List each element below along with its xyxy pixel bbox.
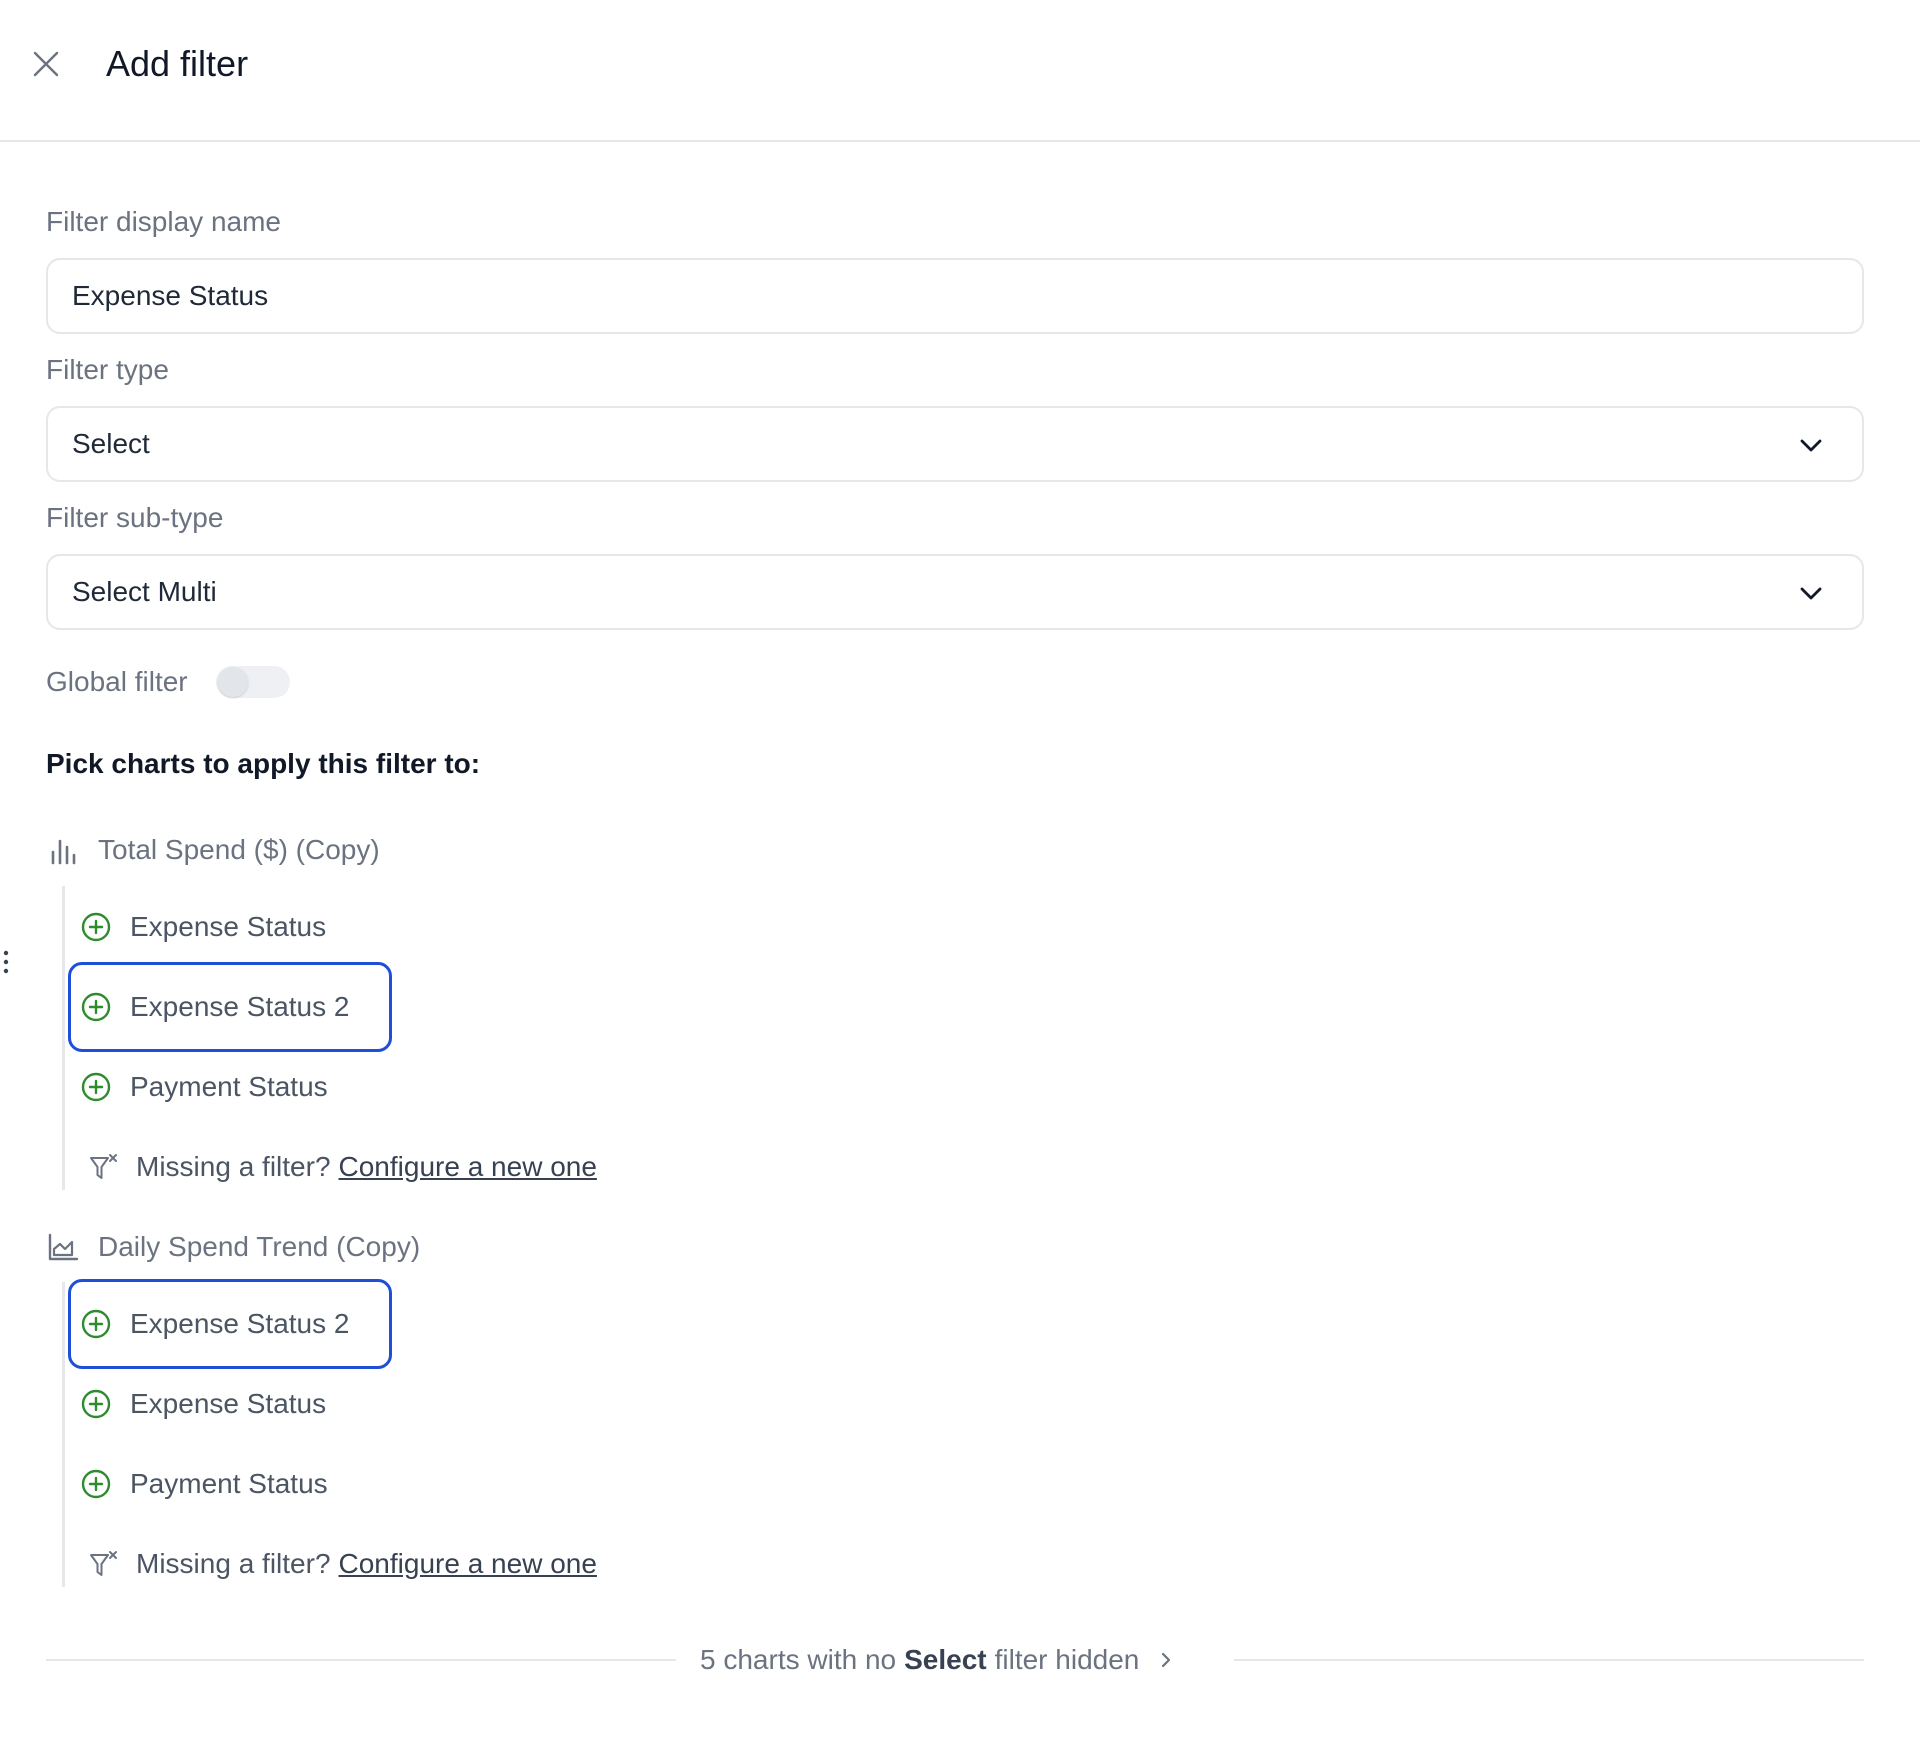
chevron-down-icon xyxy=(1800,439,1822,452)
filter-option[interactable]: Payment Status xyxy=(68,1439,392,1529)
display-name-field[interactable] xyxy=(46,258,1864,334)
add-circle-icon xyxy=(81,1072,111,1102)
filter-option-label: Expense Status 2 xyxy=(130,991,350,1022)
chart-name: Total Spend ($) (Copy) xyxy=(98,834,380,865)
filter-option-highlighted[interactable]: Expense Status 2 xyxy=(68,1279,392,1369)
missing-filter-row: Missing a filter? Configure a new one xyxy=(88,1544,597,1584)
chevron-right-icon xyxy=(1162,1652,1171,1668)
filter-option[interactable]: Expense Status xyxy=(68,882,392,972)
filter-subtype-value: Select Multi xyxy=(72,576,217,607)
bar-chart-icon xyxy=(46,833,80,867)
filter-type-label: Filter type xyxy=(46,354,169,385)
page-title: Add filter xyxy=(106,43,249,84)
global-filter-toggle[interactable] xyxy=(216,666,290,698)
chart-header-daily-spend: Daily Spend Trend (Copy) xyxy=(46,1227,420,1267)
add-circle-icon xyxy=(81,1389,111,1419)
missing-filter-text: Missing a filter? xyxy=(136,1151,331,1182)
hidden-charts-toggle[interactable]: 5 charts with no Select filter hidden xyxy=(700,1640,1177,1680)
header: Add filter xyxy=(0,0,1920,142)
filter-option[interactable]: Payment Status xyxy=(68,1042,392,1132)
add-circle-icon xyxy=(81,1309,111,1339)
filter-option-label: Expense Status xyxy=(130,911,327,942)
hidden-charts-suffix: filter hidden xyxy=(994,1644,1140,1675)
filter-option-label: Payment Status xyxy=(130,1468,328,1499)
display-name-label: Filter display name xyxy=(46,206,281,237)
add-circle-icon xyxy=(81,912,111,942)
add-circle-icon xyxy=(81,992,111,1022)
filter-option[interactable]: Expense Status xyxy=(68,1359,392,1449)
chart-header-total-spend: Total Spend ($) (Copy) xyxy=(46,830,380,870)
footer-divider-left xyxy=(46,1659,676,1661)
display-name-input[interactable] xyxy=(72,280,1862,312)
close-icon xyxy=(33,51,59,77)
global-filter-label: Global filter xyxy=(46,666,188,697)
filter-off-icon xyxy=(90,1551,117,1576)
hidden-charts-type: Select xyxy=(904,1644,987,1675)
section-title: Pick charts to apply this filter to: xyxy=(46,748,481,779)
add-circle-icon xyxy=(81,1469,111,1499)
filter-type-select[interactable]: Select xyxy=(46,406,1864,482)
filter-type-value: Select xyxy=(72,428,150,459)
missing-filter-text: Missing a filter? xyxy=(136,1548,331,1579)
footer-divider-right xyxy=(1234,1659,1864,1661)
chevron-down-icon xyxy=(1800,587,1822,600)
area-chart-icon xyxy=(46,1230,80,1264)
configure-new-filter-link[interactable]: Configure a new one xyxy=(339,1548,597,1580)
filter-option-label: Expense Status 2 xyxy=(130,1308,350,1339)
hidden-charts-prefix: 5 charts with no xyxy=(700,1644,897,1675)
filter-option-label: Payment Status xyxy=(130,1071,328,1102)
chart-name: Daily Spend Trend (Copy) xyxy=(98,1231,421,1262)
missing-filter-row: Missing a filter? Configure a new one xyxy=(88,1147,597,1187)
filter-subtype-select[interactable]: Select Multi xyxy=(46,554,1864,630)
filter-option-label: Expense Status xyxy=(130,1388,327,1419)
close-button[interactable] xyxy=(26,44,66,84)
filter-option-highlighted[interactable]: Expense Status 2 xyxy=(68,962,392,1052)
filter-subtype-label: Filter sub-type xyxy=(46,502,224,533)
drag-handle-icon[interactable] xyxy=(2,950,10,974)
chart-group-divider xyxy=(62,886,65,1190)
filter-off-icon xyxy=(90,1154,117,1179)
chart-group-divider xyxy=(62,1282,65,1587)
configure-new-filter-link[interactable]: Configure a new one xyxy=(339,1151,597,1183)
toggle-knob xyxy=(218,667,248,697)
